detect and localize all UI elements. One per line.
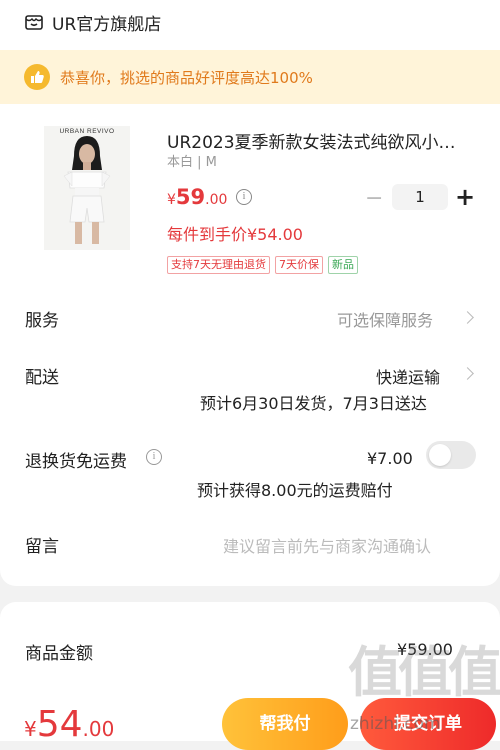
- toggle-knob: [429, 444, 451, 466]
- return-shipping-note: 预计获得8.00元的运费赔付: [197, 481, 393, 500]
- product-photo: [63, 136, 111, 244]
- message-label: 留言: [25, 537, 59, 557]
- shop-name: UR官方旗舰店: [52, 14, 162, 35]
- service-label: 服务: [25, 311, 59, 331]
- tag-return: 支持7天无理由退货: [167, 256, 270, 274]
- quantity-input[interactable]: 1: [392, 184, 448, 210]
- tag-price-protect: 7天价保: [275, 256, 323, 274]
- site-watermark: 值值值 zhizhi.com: [348, 628, 500, 741]
- price-integer: 59: [175, 185, 206, 209]
- brand-logo: URBAN REVIVO: [59, 128, 115, 135]
- tag-new: 新品: [328, 256, 358, 274]
- total-currency: ¥: [24, 717, 37, 741]
- product-tags: 支持7天无理由退货 7天价保 新品: [167, 256, 358, 274]
- service-value[interactable]: 可选保障服务: [337, 307, 433, 331]
- product-image[interactable]: URBAN REVIVO: [44, 126, 130, 250]
- delivery-method[interactable]: 快递运输: [376, 364, 440, 388]
- price-decimal: .00: [205, 192, 228, 208]
- delivery-label: 配送: [25, 368, 59, 388]
- unit-price: 每件到手价¥54.00: [167, 225, 303, 244]
- return-shipping-toggle[interactable]: [426, 441, 476, 469]
- delivery-estimate: 预计6月30日发货，7月3日送达: [200, 394, 427, 413]
- total-price: ¥ 54 .00: [24, 704, 114, 745]
- return-shipping-label: 退换货免运费: [25, 452, 127, 472]
- shop-icon: [25, 15, 43, 30]
- price-info-icon[interactable]: i: [236, 189, 252, 205]
- product-sku[interactable]: 本白 | M: [167, 151, 217, 170]
- total-integer: 54: [36, 704, 83, 745]
- watermark-url: zhizhi.com: [350, 714, 441, 734]
- banner-text: 恭喜你，挑选的商品好评度高达100%: [60, 68, 313, 87]
- summary-label: 商品金额: [25, 644, 93, 664]
- message-input[interactable]: 建议留言前先与商家沟通确认: [223, 533, 431, 557]
- product-title[interactable]: UR2023夏季新款女装法式纯欲风小…: [167, 128, 477, 153]
- thumbs-up-icon: [24, 64, 50, 90]
- praise-banner: 恭喜你，挑选的商品好评度高达100%: [0, 50, 500, 104]
- return-shipping-price: ¥7.00: [367, 449, 413, 468]
- help-pay-button[interactable]: 帮我付: [222, 698, 348, 750]
- shop-header[interactable]: UR官方旗舰店: [24, 10, 162, 35]
- quantity-decrease-button[interactable]: −: [365, 186, 383, 211]
- total-decimal: .00: [82, 717, 115, 741]
- quantity-increase-button[interactable]: +: [455, 183, 475, 211]
- watermark-logo: 值值值: [348, 641, 500, 704]
- product-price: ¥ 59 .00: [167, 185, 227, 209]
- return-shipping-info-icon[interactable]: i: [146, 449, 162, 465]
- price-currency: ¥: [167, 192, 176, 208]
